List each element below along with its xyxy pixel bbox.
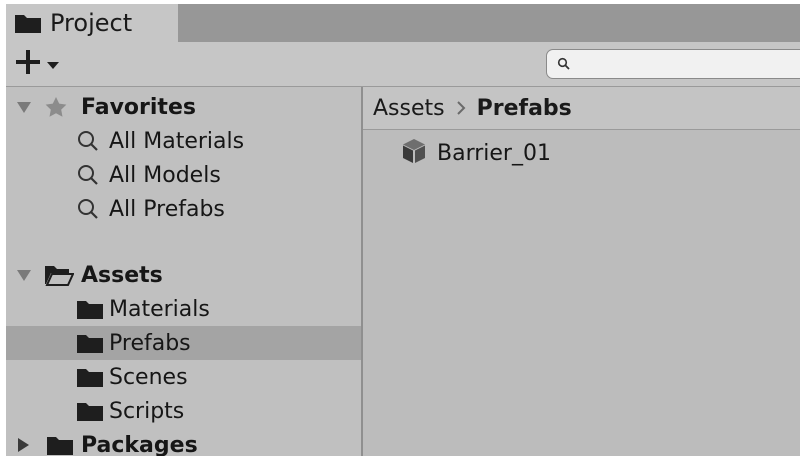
folder-open-icon [44, 264, 74, 286]
add-button[interactable] [14, 48, 78, 80]
folder-item[interactable]: Materials [6, 292, 361, 326]
folder-item-label: Scenes [109, 364, 188, 390]
folder-item[interactable]: Scenes [6, 360, 361, 394]
favorite-item[interactable]: All Materials [6, 124, 361, 158]
search-input[interactable] [573, 52, 800, 78]
favorite-item-label: All Prefabs [109, 196, 225, 222]
search-icon [76, 163, 100, 187]
folder-item-selected[interactable]: Prefabs [6, 326, 361, 360]
folder-item-label: Prefabs [109, 330, 191, 356]
expand-arrow-right-icon[interactable] [16, 437, 30, 453]
tab-bar: Project [6, 4, 800, 42]
folder-icon [76, 298, 104, 320]
folder-item-label: Scripts [109, 398, 185, 424]
project-window: Project Favorites All Materials All Mode… [6, 4, 800, 456]
assets-label: Assets [81, 262, 163, 288]
favorite-item[interactable]: All Prefabs [6, 192, 361, 226]
asset-item-label: Barrier_01 [437, 140, 551, 166]
folder-icon [76, 332, 104, 354]
folder-icon [76, 400, 104, 422]
favorite-item-label: All Materials [109, 128, 245, 154]
breadcrumb: Assets Prefabs [363, 87, 800, 130]
tab-label: Project [50, 9, 133, 37]
tree-assets[interactable]: Assets [6, 258, 361, 292]
favorites-label: Favorites [81, 94, 196, 120]
asset-content-panel: Assets Prefabs Barrier_01 [363, 87, 800, 456]
expand-arrow-down-icon[interactable] [16, 100, 32, 114]
asset-item[interactable]: Barrier_01 [401, 137, 551, 169]
search-icon [76, 129, 100, 153]
expand-arrow-down-icon[interactable] [16, 268, 32, 282]
search-icon [557, 56, 571, 75]
favorite-item[interactable]: All Models [6, 158, 361, 192]
tree-packages[interactable]: Packages [6, 428, 361, 456]
folder-icon [14, 12, 42, 34]
star-icon [44, 96, 68, 118]
plus-icon [14, 48, 42, 80]
folder-item-label: Materials [109, 296, 210, 322]
favorite-item-label: All Models [109, 162, 221, 188]
folder-item[interactable]: Scripts [6, 394, 361, 428]
folder-icon [46, 434, 74, 456]
breadcrumb-assets[interactable]: Assets [373, 96, 445, 121]
packages-label: Packages [81, 432, 198, 457]
prefab-cube-icon [401, 138, 427, 168]
breadcrumb-prefabs[interactable]: Prefabs [477, 96, 572, 121]
chevron-right-icon [455, 100, 467, 116]
tab-project[interactable]: Project [6, 4, 178, 42]
search-icon [76, 197, 100, 221]
tree-favorites[interactable]: Favorites [6, 90, 361, 124]
toolbar [6, 42, 800, 87]
search-field[interactable] [546, 49, 800, 79]
folder-icon [76, 366, 104, 388]
caret-down-icon [46, 55, 60, 74]
folder-tree-panel: Favorites All Materials All Models All P… [6, 87, 363, 456]
